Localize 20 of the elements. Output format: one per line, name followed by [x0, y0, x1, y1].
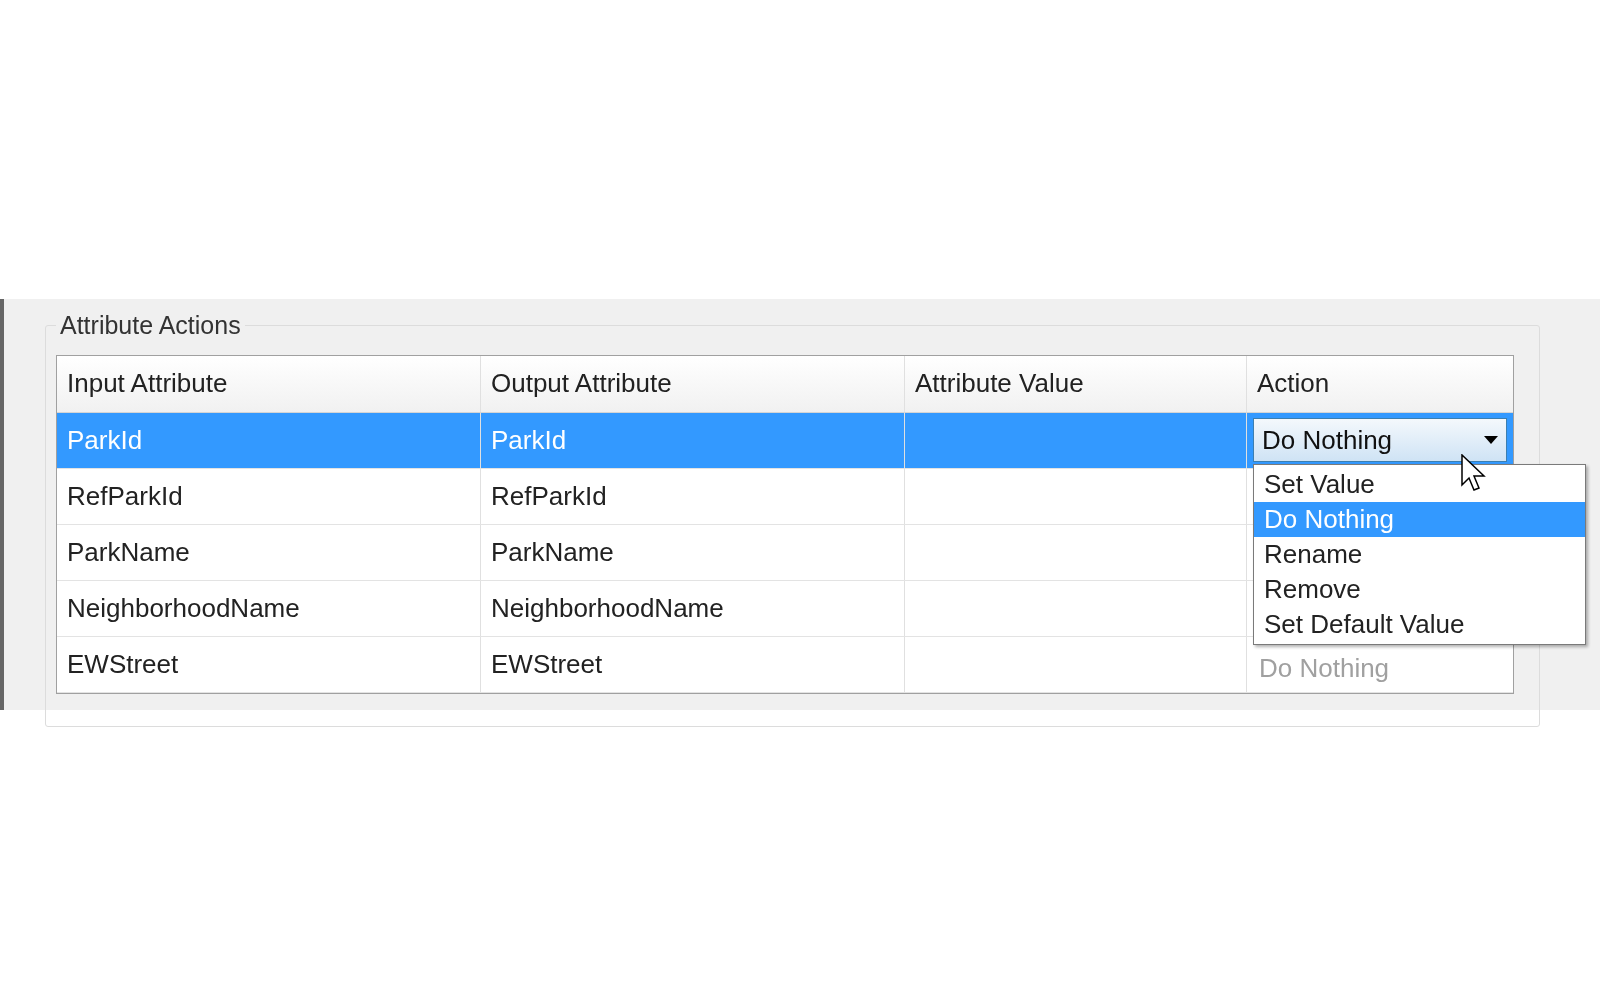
caret-icon: [1484, 436, 1498, 444]
table-cell-text: ParkId: [491, 423, 567, 457]
column-header[interactable]: Input Attribute: [57, 355, 480, 412]
action-dropdown[interactable]: Do Nothing: [1253, 418, 1507, 462]
table-cell-text: RefParkId: [491, 479, 607, 513]
column-header[interactable]: Action: [1246, 355, 1513, 412]
table-row[interactable]: ParkId ParkId Do Nothing: [57, 412, 1513, 469]
table-cell-text: ParkName: [491, 535, 614, 569]
table-cell-text: ParkId: [67, 423, 143, 457]
group-title: Attribute Actions: [59, 310, 242, 341]
column-header[interactable]: Output Attribute: [480, 355, 904, 412]
table-cell-text: RefParkId: [67, 479, 183, 513]
column-header[interactable]: Attribute Value: [904, 355, 1246, 412]
table-cell-text: Do Nothing: [1259, 651, 1390, 685]
table-cell-text: NeighborhoodName: [491, 591, 724, 625]
table-cell-text: EWStreet: [67, 647, 179, 681]
table-cell-text: NeighborhoodName: [67, 591, 300, 625]
table-cell-text: EWStreet: [491, 647, 603, 681]
table-row[interactable]: EWStreet EWStreet Do Nothing: [57, 636, 1513, 693]
table-cell-text: ParkName: [67, 535, 190, 569]
